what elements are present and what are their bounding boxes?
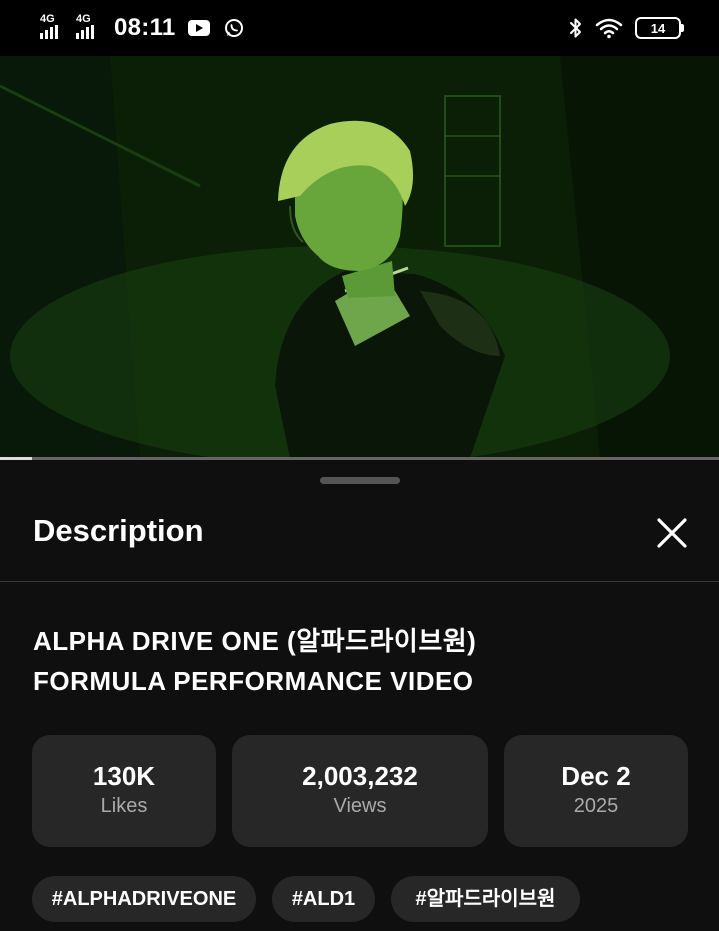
whatsapp-icon bbox=[224, 19, 243, 37]
publish-date: Dec 2 bbox=[561, 761, 631, 791]
panel-title: Description bbox=[33, 513, 204, 548]
hashtag-ald1[interactable]: #ALD1 bbox=[272, 876, 375, 922]
drag-handle[interactable] bbox=[320, 477, 400, 484]
signal-icon-2: 4G bbox=[76, 14, 108, 42]
status-bar: 4G 4G 08:11 14 bbox=[0, 0, 719, 56]
likes-count: 130K bbox=[92, 761, 156, 791]
battery-level: 14 bbox=[650, 20, 666, 36]
likes-label: Likes bbox=[100, 795, 148, 817]
bluetooth-icon bbox=[570, 18, 581, 38]
battery-icon: 14 bbox=[635, 17, 684, 39]
description-panel: Description ALPHA DRIVE ONE (알파드라이브원) FO… bbox=[0, 461, 719, 931]
video-title-line-2: FORMULA PERFORMANCE VIDEO bbox=[33, 666, 474, 696]
divider bbox=[0, 581, 719, 582]
video-frame bbox=[0, 56, 719, 458]
youtube-icon bbox=[187, 20, 210, 36]
status-bar-right: 14 bbox=[569, 14, 684, 42]
status-bar-left: 4G 4G 08:11 bbox=[40, 12, 244, 44]
hashtag-alphadriveone[interactable]: #ALPHADRIVEONE bbox=[32, 876, 256, 922]
views-count: 2,003,232 bbox=[302, 761, 418, 791]
date-stat: Dec 2 2025 bbox=[504, 735, 688, 847]
signal-icon-1: 4G bbox=[40, 14, 72, 42]
wifi-icon bbox=[595, 18, 623, 39]
likes-stat: 130K Likes bbox=[32, 735, 216, 847]
video-progress-bar[interactable] bbox=[0, 457, 719, 460]
network-type-1: 4G bbox=[40, 13, 55, 25]
network-type-2: 4G bbox=[76, 13, 91, 25]
clock: 08:11 bbox=[114, 14, 176, 41]
views-stat: 2,003,232 Views bbox=[232, 735, 488, 847]
video-progress-fill bbox=[0, 457, 33, 460]
hashtag-korean-name[interactable]: #알파드라이브원 bbox=[391, 876, 580, 922]
publish-year: 2025 bbox=[573, 795, 619, 817]
video-title-line-1: ALPHA DRIVE ONE (알파드라이브원) bbox=[33, 626, 477, 656]
video-title: ALPHA DRIVE ONE (알파드라이브원) FORMULA PERFOR… bbox=[33, 621, 693, 701]
views-label: Views bbox=[333, 795, 387, 817]
video-player[interactable] bbox=[0, 56, 719, 458]
close-icon[interactable] bbox=[650, 511, 694, 555]
